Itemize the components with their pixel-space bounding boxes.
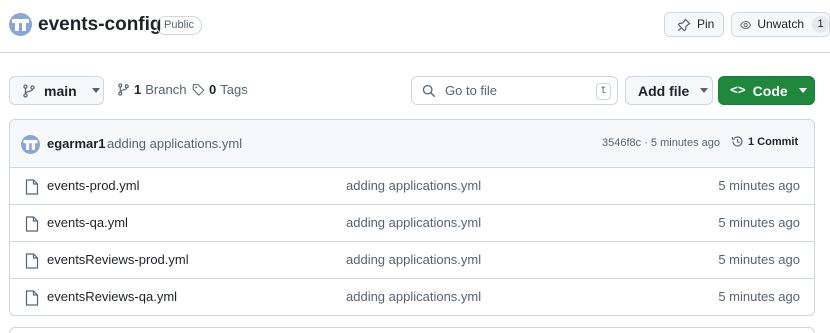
visibility-badge: Public (156, 16, 202, 35)
unwatch-button[interactable]: Unwatch 1 (731, 12, 830, 37)
owner-avatar[interactable] (9, 13, 32, 36)
shortcut-key-hint: t (596, 83, 611, 100)
file-row[interactable]: events-prod.yml adding applications.yml … (10, 168, 814, 205)
file-commit-time: 5 minutes ago (718, 252, 800, 267)
pin-button[interactable]: Pin (664, 12, 724, 37)
file-commit-time: 5 minutes ago (718, 289, 800, 304)
latest-commit-bar: egarmar1 adding applications.yml 3546f8c… (10, 120, 814, 168)
file-icon (25, 290, 39, 306)
file-icon (25, 179, 39, 195)
file-commit-time: 5 minutes ago (718, 178, 800, 193)
code-icon: <> (730, 83, 746, 98)
add-file-button[interactable]: Add file (625, 76, 713, 105)
file-listing: egarmar1 adding applications.yml 3546f8c… (9, 119, 815, 316)
author-avatar[interactable] (21, 135, 40, 154)
file-commit-message[interactable]: adding applications.yml (346, 252, 481, 267)
branches-link[interactable]: 1 Branch (117, 82, 186, 97)
branch-select-button[interactable]: main (9, 76, 104, 105)
commit-count-label: 1 Commit (748, 135, 799, 148)
pin-icon (677, 18, 691, 31)
identicon-icon (12, 19, 29, 31)
repo-name[interactable]: events-config (38, 13, 162, 37)
commit-author[interactable]: egarmar1 (47, 136, 106, 151)
tags-label: Tags (220, 82, 248, 97)
unwatch-label: Unwatch (757, 17, 804, 31)
file-name-link[interactable]: eventsReviews-qa.yml (47, 289, 177, 304)
pin-label: Pin (697, 17, 715, 31)
identicon-icon (23, 139, 38, 150)
branch-name: main (44, 82, 77, 99)
code-label: Code (752, 82, 788, 99)
eye-icon (740, 20, 752, 29)
chevron-down-icon (700, 88, 709, 93)
search-icon (422, 84, 436, 97)
tag-icon (192, 84, 205, 96)
repo-header: events-config Public Pin Unwatch 1 (0, 0, 830, 53)
file-row[interactable]: eventsReviews-prod.yml adding applicatio… (10, 242, 814, 279)
readme-panel-edge (9, 327, 815, 333)
add-file-label: Add file (638, 82, 690, 99)
commit-message[interactable]: adding applications.yml (107, 136, 242, 151)
file-commit-message[interactable]: adding applications.yml (346, 215, 481, 230)
file-commit-time: 5 minutes ago (718, 215, 800, 230)
chevron-down-icon (91, 88, 100, 93)
watch-count-badge: 1 (812, 16, 829, 33)
file-icon (25, 253, 39, 269)
file-name-link[interactable]: events-qa.yml (47, 215, 128, 230)
commit-sha-time[interactable]: 3546f8c · 5 minutes ago (602, 137, 720, 149)
file-commit-message[interactable]: adding applications.yml (346, 178, 481, 193)
branches-label: Branch (145, 82, 187, 97)
file-icon (25, 216, 39, 232)
tags-link[interactable]: 0 Tags (192, 82, 248, 97)
code-button[interactable]: <> Code (718, 76, 815, 105)
go-to-file-search[interactable]: t (411, 76, 618, 105)
git-branch-icon (23, 83, 35, 98)
git-branch-icon (118, 83, 129, 96)
file-row[interactable]: eventsReviews-qa.yml adding applications… (10, 279, 814, 315)
commit-history-link[interactable]: 1 Commit (731, 135, 798, 148)
tags-count: 0 (209, 82, 217, 97)
file-row[interactable]: events-qa.yml adding applications.yml 5 … (10, 205, 814, 242)
chevron-down-icon (798, 88, 807, 93)
go-to-file-input[interactable] (445, 80, 585, 101)
file-name-link[interactable]: events-prod.yml (47, 178, 139, 193)
file-name-link[interactable]: eventsReviews-prod.yml (47, 252, 189, 267)
branches-count: 1 (134, 82, 142, 97)
file-commit-message[interactable]: adding applications.yml (346, 289, 481, 304)
history-icon (731, 136, 743, 147)
